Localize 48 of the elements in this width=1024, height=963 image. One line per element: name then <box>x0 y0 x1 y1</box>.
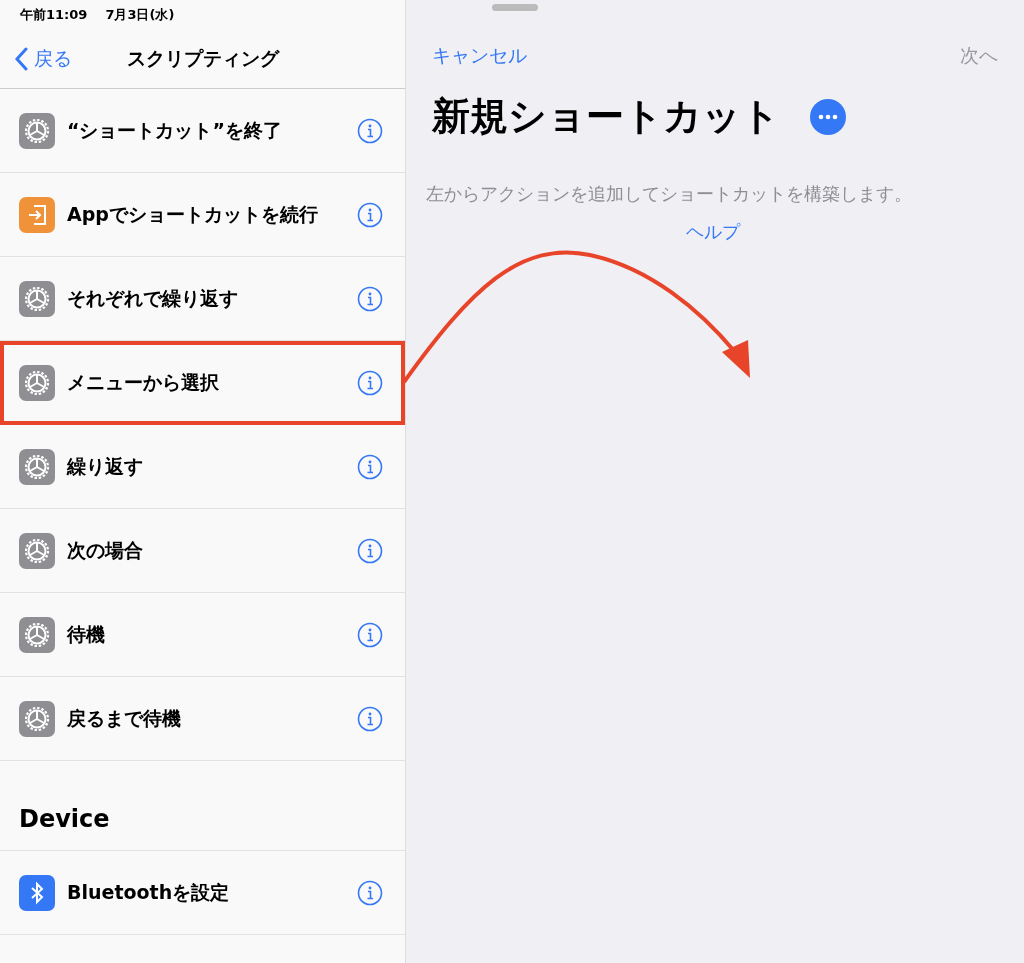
gear-icon <box>19 448 55 485</box>
action-label: Bluetoothを設定 <box>67 879 231 905</box>
help-link[interactable]: ヘルプ <box>686 220 740 244</box>
nav-title: スクリプティング <box>126 46 279 71</box>
info-icon[interactable] <box>357 705 383 732</box>
action-label: “ショートカット”を終了 <box>67 117 283 143</box>
section-header: Device <box>0 761 405 851</box>
gear-icon <box>19 616 55 653</box>
gear-icon <box>19 532 55 569</box>
info-icon[interactable] <box>357 879 383 906</box>
cancel-button[interactable]: キャンセル <box>432 43 527 69</box>
action-label: それぞれで繰り返す <box>67 285 239 311</box>
back-chevron-icon <box>14 47 28 71</box>
status-time: 午前11:09 <box>20 6 88 24</box>
shortcut-title: 新規ショートカット <box>432 93 780 140</box>
action-label: Appでショートカットを続行 <box>67 201 319 227</box>
info-icon[interactable] <box>357 537 383 564</box>
action-row[interactable]: それぞれで繰り返す <box>0 257 405 341</box>
gear-icon <box>19 280 55 317</box>
action-label: 戻るまで待機 <box>67 705 182 731</box>
info-icon[interactable] <box>357 117 383 144</box>
action-label: メニューから選択 <box>67 369 220 395</box>
info-icon[interactable] <box>357 285 383 312</box>
highlighted-action-row[interactable]: メニューから選択 <box>0 341 405 425</box>
gear-icon <box>19 364 55 401</box>
info-icon[interactable] <box>357 453 383 480</box>
info-icon[interactable] <box>357 621 383 648</box>
more-icon[interactable] <box>810 98 846 135</box>
action-row[interactable]: 繰り返す <box>0 425 405 509</box>
action-label: 待機 <box>67 621 106 647</box>
action-row[interactable]: 待機 <box>0 593 405 677</box>
gear-icon <box>19 112 55 149</box>
action-row[interactable]: Appでショートカットを続行 <box>0 173 405 257</box>
bluetooth-icon <box>19 874 55 911</box>
info-icon[interactable] <box>357 201 383 228</box>
action-row[interactable]: 戻るまで待機 <box>0 677 405 761</box>
action-label: 繰り返す <box>67 453 144 479</box>
status-date: 7月3日(水) <box>105 6 175 24</box>
action-row[interactable]: 次の場合 <box>0 509 405 593</box>
action-row[interactable]: Bluetoothを設定 <box>0 851 405 935</box>
action-row[interactable]: “ショートカット”を終了 <box>0 89 405 173</box>
hint-text: 左からアクションを追加してショートカットを構築します。 <box>426 182 913 206</box>
action-label: 次の場合 <box>67 537 144 563</box>
grab-handle[interactable] <box>492 4 538 11</box>
enter-icon <box>19 196 55 233</box>
gear-icon <box>19 700 55 737</box>
back-button[interactable]: 戻る <box>14 46 72 72</box>
info-icon[interactable] <box>357 369 383 396</box>
